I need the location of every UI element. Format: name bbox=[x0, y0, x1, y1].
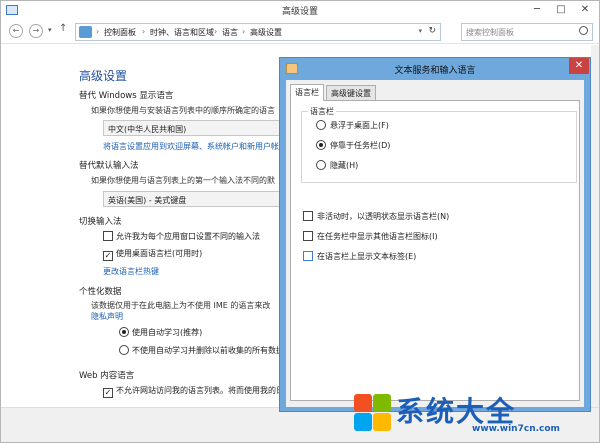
radio-selected[interactable] bbox=[316, 140, 326, 150]
minimize-button[interactable]: ─ bbox=[525, 1, 549, 19]
breadcrumb-sep: › bbox=[142, 27, 146, 36]
breadcrumb-sep: › bbox=[242, 27, 246, 36]
display-language-select[interactable]: 中文(中华人民共和国) bbox=[103, 120, 303, 136]
vertical-scrollbar[interactable] bbox=[591, 45, 599, 407]
per-app-input-label: 允许我为每个应用窗口设置不同的输入法 bbox=[116, 232, 260, 241]
tab-panel: 语言栏 悬浮于桌面上(F) 停靠于任务栏(D) 隐藏(H) 非活动时，以透明状态… bbox=[290, 100, 580, 401]
checkbox-unchecked[interactable] bbox=[303, 231, 313, 241]
dialog-body: 语言栏 高级键设置 语言栏 悬浮于桌面上(F) 停靠于任务栏(D) 隐藏(H) … bbox=[286, 80, 584, 407]
refresh-icon[interactable]: ↻ bbox=[428, 26, 436, 36]
address-bar[interactable]: › 控制面板 › 时钟、语言和区域 › 语言 › 高级设置 ▾ ↻ bbox=[75, 23, 441, 41]
breadcrumb-clock-language[interactable]: 时钟、语言和区域 bbox=[150, 27, 214, 38]
tab-language-bar[interactable]: 语言栏 bbox=[290, 84, 324, 101]
watermark: 系统大全 www.win7cn.com bbox=[352, 388, 592, 440]
float-radio[interactable]: 悬浮于桌面上(F) bbox=[316, 120, 389, 131]
up-button[interactable]: ↑ bbox=[59, 23, 67, 34]
tab-advanced-keys[interactable]: 高级键设置 bbox=[326, 85, 376, 100]
text-labels-checkbox[interactable]: 在语言栏上显示文本标签(E) bbox=[303, 251, 416, 262]
title-bar: 高级设置 ─ □ ✕ bbox=[1, 1, 599, 20]
personalization-heading: 个性化数据 bbox=[79, 287, 122, 297]
input-method-heading: 替代默认输入法 bbox=[79, 161, 139, 171]
checkbox-unchecked[interactable] bbox=[303, 251, 313, 261]
breadcrumb-sep: › bbox=[214, 27, 218, 36]
transparent-checkbox[interactable]: 非活动时，以透明状态显示语言栏(N) bbox=[303, 211, 449, 222]
address-dropdown-icon[interactable]: ▾ bbox=[418, 27, 422, 35]
no-auto-learn-radio[interactable]: 不使用自动学习并删除以前收集的所有数据 bbox=[119, 345, 284, 356]
checkmark-icon[interactable]: ✓ bbox=[103, 251, 113, 261]
extra-icons-checkbox[interactable]: 在任务栏中显示其他语言栏图标(I) bbox=[303, 231, 438, 242]
display-language-heading: 替代 Windows 显示语言 bbox=[79, 91, 174, 101]
radio-selected[interactable] bbox=[119, 327, 129, 337]
personalization-desc: 该数据仅用于在此电脑上为不使用 IME 的语言来改 bbox=[91, 301, 271, 310]
checkbox-unchecked[interactable] bbox=[303, 211, 313, 221]
dialog-title: 文本服务和输入语言 bbox=[394, 66, 476, 76]
switching-heading: 切换输入法 bbox=[79, 217, 122, 227]
page-title: 高级设置 bbox=[79, 69, 128, 83]
close-button[interactable]: ✕ bbox=[573, 1, 597, 19]
breadcrumb-advanced[interactable]: 高级设置 bbox=[250, 27, 282, 38]
search-icon bbox=[579, 26, 588, 35]
search-input[interactable]: 搜索控制面板 bbox=[461, 23, 593, 41]
dock-label: 停靠于任务栏(D) bbox=[330, 141, 391, 150]
auto-learn-label: 使用自动学习(推荐) bbox=[132, 328, 203, 337]
forward-button[interactable]: → bbox=[29, 24, 43, 38]
dock-radio[interactable]: 停靠于任务栏(D) bbox=[316, 140, 390, 151]
back-button[interactable]: ← bbox=[9, 24, 23, 38]
checkbox-unchecked[interactable] bbox=[103, 231, 113, 241]
web-language-checkbox[interactable]: ✓ 不允许网站访问我的语言列表。将而使用我的日期 bbox=[103, 385, 292, 398]
control-panel-icon bbox=[79, 26, 92, 38]
maximize-button[interactable]: □ bbox=[549, 1, 573, 19]
apply-language-link[interactable]: 将语言设置应用到欢迎屏幕、系统帐户和新用户帐户 bbox=[103, 141, 287, 152]
dialog-title-bar: 文本服务和输入语言 bbox=[280, 58, 590, 80]
transparent-label: 非活动时，以透明状态显示语言栏(N) bbox=[317, 212, 450, 221]
input-method-desc: 如果你想使用与语言列表上的第一个输入法不同的默 bbox=[91, 176, 275, 185]
search-placeholder: 搜索控制面板 bbox=[466, 28, 514, 37]
radio-unselected[interactable] bbox=[316, 120, 326, 130]
navigation-bar: ← → ▾ ↑ › 控制面板 › 时钟、语言和区域 › 语言 › 高级设置 ▾ … bbox=[1, 20, 599, 44]
language-bar-group: 语言栏 悬浮于桌面上(F) 停靠于任务栏(D) 隐藏(H) bbox=[301, 106, 577, 183]
radio-unselected[interactable] bbox=[316, 160, 326, 170]
checkmark-icon[interactable]: ✓ bbox=[103, 388, 113, 398]
recent-dropdown-icon[interactable]: ▾ bbox=[48, 26, 52, 34]
display-language-desc: 如果你想使用与安装语言列表中的顺序所确定的语言 bbox=[91, 106, 275, 115]
per-app-input-checkbox[interactable]: 允许我为每个应用窗口设置不同的输入法 bbox=[103, 231, 260, 242]
watermark-url: www.win7cn.com bbox=[472, 424, 560, 434]
web-language-heading: Web 内容语言 bbox=[79, 371, 135, 381]
desktop-langbar-checkbox[interactable]: ✓ 使用桌面语言栏(可用时) bbox=[103, 248, 202, 261]
hide-label: 隐藏(H) bbox=[330, 161, 359, 170]
desktop-langbar-label: 使用桌面语言栏(可用时) bbox=[116, 249, 203, 258]
text-services-dialog: 文本服务和输入语言 ✕ 语言栏 高级键设置 语言栏 悬浮于桌面上(F) 停靠于任… bbox=[279, 57, 591, 412]
windows-flag-icon bbox=[352, 392, 392, 432]
float-label: 悬浮于桌面上(F) bbox=[330, 121, 389, 130]
extra-icons-label: 在任务栏中显示其他语言栏图标(I) bbox=[317, 232, 438, 241]
dialog-close-button[interactable]: ✕ bbox=[569, 58, 589, 74]
input-method-select[interactable]: 英语(美国) - 美式键盘 bbox=[103, 191, 303, 207]
auto-learn-radio[interactable]: 使用自动学习(推荐) bbox=[119, 327, 202, 338]
hide-radio[interactable]: 隐藏(H) bbox=[316, 160, 358, 171]
breadcrumb-language[interactable]: 语言 bbox=[222, 27, 238, 38]
radio-unselected[interactable] bbox=[119, 345, 129, 355]
window-title: 高级设置 bbox=[281, 7, 318, 17]
no-auto-learn-label: 不使用自动学习并删除以前收集的所有数据 bbox=[132, 346, 284, 355]
langbar-hotkey-link[interactable]: 更改语言栏热键 bbox=[103, 266, 159, 277]
breadcrumb-control-panel[interactable]: 控制面板 bbox=[104, 27, 136, 38]
text-labels-label: 在语言栏上显示文本标签(E) bbox=[317, 252, 417, 261]
group-legend: 语言栏 bbox=[308, 106, 336, 117]
breadcrumb-sep: › bbox=[96, 27, 100, 36]
privacy-link[interactable]: 隐私声明 bbox=[91, 311, 123, 322]
web-language-label: 不允许网站访问我的语言列表。将而使用我的日期 bbox=[116, 386, 292, 395]
